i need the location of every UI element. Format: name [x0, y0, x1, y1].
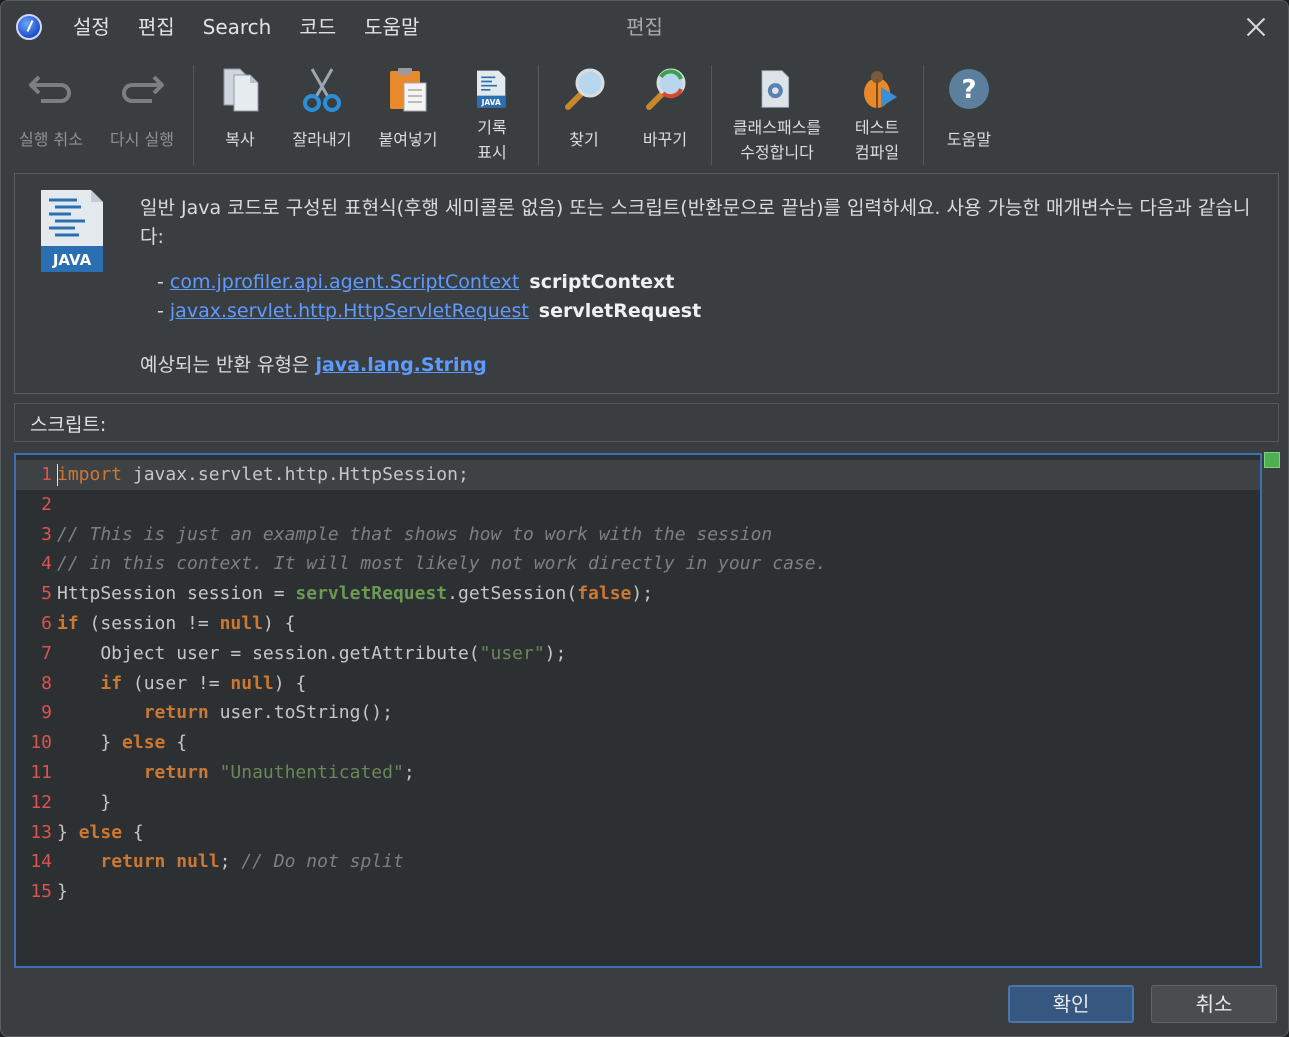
- edit-classpath-button[interactable]: 클래스패스를 수정합니다: [732, 59, 822, 167]
- close-icon[interactable]: [1242, 13, 1270, 41]
- code-line[interactable]: 3// This is just an example that shows h…: [16, 520, 1260, 550]
- undo-icon: [29, 75, 71, 103]
- svg-text:?: ?: [961, 75, 976, 105]
- code-text: return user.toString();: [143, 702, 393, 724]
- line-number: 3: [41, 523, 52, 545]
- bug-compile-icon: [864, 71, 897, 108]
- redo-button[interactable]: 다시 실행: [97, 59, 187, 167]
- java-file-icon: JAVA: [41, 190, 103, 272]
- return-type-text: 예상되는 반환 유형은 java.lang.String: [140, 351, 487, 380]
- line-number: 13: [30, 821, 52, 843]
- classpath-gear-icon: [761, 70, 790, 108]
- parameter-type-link[interactable]: com.jprofiler.api.agent.ScriptContext: [170, 271, 520, 293]
- code-line[interactable]: 13} else {: [16, 818, 1260, 848]
- line-number: 2: [41, 493, 52, 515]
- line-number: 12: [30, 791, 52, 813]
- line-number: 11: [30, 762, 52, 783]
- code-line[interactable]: 8 if (user != null) {: [16, 669, 1260, 699]
- description-text: 일반 Java 코드로 구성된 표현식(후행 세미콜론 없음) 또는 스크립트(…: [140, 197, 1251, 248]
- code-line[interactable]: 5 HttpSession session = servletRequest.ge…: [16, 579, 1260, 609]
- line-number: 14: [30, 851, 52, 873]
- code-text: import javax.servlet.http.HttpSession;: [57, 464, 469, 486]
- line-number: 4: [41, 553, 52, 575]
- menu-bar: 설정 편집 Search 코드 도움말: [59, 13, 433, 41]
- code-line[interactable]: 10 } else {: [16, 728, 1260, 758]
- code-line[interactable]: 2: [16, 490, 1260, 520]
- line-number: 9: [41, 702, 52, 724]
- code-line[interactable]: 1 import javax.servlet.http.HttpSession;: [16, 460, 1260, 490]
- code-text: Object user = session.getAttribute("user…: [57, 642, 567, 664]
- code-text: if (session != null) {: [57, 613, 296, 634]
- code-text: } else {: [57, 732, 188, 754]
- script-header: 스크립트:: [14, 403, 1279, 442]
- ok-button[interactable]: 확인: [1008, 985, 1134, 1023]
- paste-icon: [390, 68, 427, 112]
- title-bar: 설정 편집 Search 코드 도움말 편집: [1, 1, 1288, 53]
- help-button[interactable]: ? 도움말: [924, 59, 1014, 167]
- toolbar: 실행 취소 다시 실행 복사 잘라내기 붙여넣기 JAVA 기록 표시 찾기 바…: [1, 59, 1288, 169]
- parameter-item: - javax.servlet.http.HttpServletRequest s…: [157, 300, 702, 322]
- code-editor[interactable]: 1 import javax.servlet.http.HttpSession; 2…: [14, 453, 1262, 968]
- menu-help[interactable]: 도움말: [350, 13, 433, 41]
- help-label: 도움말: [946, 130, 992, 149]
- code-text: }: [57, 881, 68, 903]
- code-line[interactable]: 11 return "Unauthenticated";: [16, 758, 1260, 788]
- return-prefix: 예상되는 반환 유형은: [140, 354, 316, 376]
- code-line[interactable]: 6 if (session != null) {: [16, 609, 1260, 639]
- parameter-name: servletRequest: [538, 300, 702, 322]
- svg-text:JAVA: JAVA: [481, 98, 501, 107]
- menu-search[interactable]: Search: [189, 13, 286, 41]
- code-text: // in this context. It will most likely …: [57, 553, 827, 575]
- redo-icon: [122, 75, 164, 103]
- scissors-icon: [303, 68, 341, 112]
- replace-button[interactable]: 바꾸기: [620, 59, 710, 167]
- line-number: 6: [41, 613, 52, 634]
- copy-icon: [223, 68, 259, 112]
- code-text: HttpSession session = servletRequest.get…: [57, 583, 654, 605]
- code-line[interactable]: 15}: [16, 877, 1260, 907]
- line-number: 5: [41, 583, 52, 605]
- question-icon: ?: [949, 69, 989, 109]
- code-text: // This is just an example that shows ho…: [57, 523, 773, 545]
- replace-icon: [646, 68, 686, 110]
- menu-settings[interactable]: 설정: [59, 13, 124, 41]
- code-text: }: [57, 791, 112, 813]
- app-compass-icon: [16, 14, 42, 40]
- code-text: return null; // Do not split: [100, 851, 404, 873]
- line-number: 8: [41, 672, 52, 694]
- edit-dialog: 설정 편집 Search 코드 도움말 편집 실행 취소 다시 실행 복사 잘라…: [0, 0, 1289, 1037]
- script-label: 스크립트:: [30, 414, 107, 436]
- code-line[interactable]: 7 Object user = session.getAttribute("us…: [16, 639, 1260, 669]
- parameter-item: - com.jprofiler.api.agent.ScriptContext s…: [157, 271, 675, 293]
- menu-edit[interactable]: 편집: [124, 13, 189, 41]
- magnifier-icon: [565, 68, 605, 110]
- code-text: return "Unauthenticated";: [143, 762, 415, 783]
- info-panel: JAVA 일반 Java 코드로 구성된 표현식(후행 세미콜론 없음) 또는 …: [14, 173, 1279, 394]
- line-number: 1: [41, 464, 52, 485]
- cancel-button[interactable]: 취소: [1151, 985, 1277, 1023]
- code-line[interactable]: 12 }: [16, 788, 1260, 818]
- java-file-icon: JAVA: [477, 70, 506, 108]
- parameter-type-link[interactable]: javax.servlet.http.HttpServletRequest: [170, 300, 529, 322]
- menu-code[interactable]: 코드: [285, 13, 350, 41]
- parameter-list: - com.jprofiler.api.agent.ScriptContext s…: [157, 268, 701, 326]
- code-line[interactable]: 4// in this context. It will most likely…: [16, 549, 1260, 579]
- java-icon-label: JAVA: [52, 251, 92, 269]
- status-ok-marker: [1264, 452, 1280, 468]
- line-number: 10: [30, 732, 52, 754]
- code-line[interactable]: 14 return null; // Do not split: [16, 847, 1260, 877]
- code-text: } else {: [57, 821, 144, 843]
- line-number: 7: [41, 642, 52, 664]
- code-line[interactable]: 9 return user.toString();: [16, 698, 1260, 728]
- line-number: 15: [30, 881, 52, 903]
- code-text: if (user != null) {: [100, 672, 307, 694]
- parameter-name: scriptContext: [529, 271, 675, 293]
- return-type-link[interactable]: java.lang.String: [315, 354, 486, 376]
